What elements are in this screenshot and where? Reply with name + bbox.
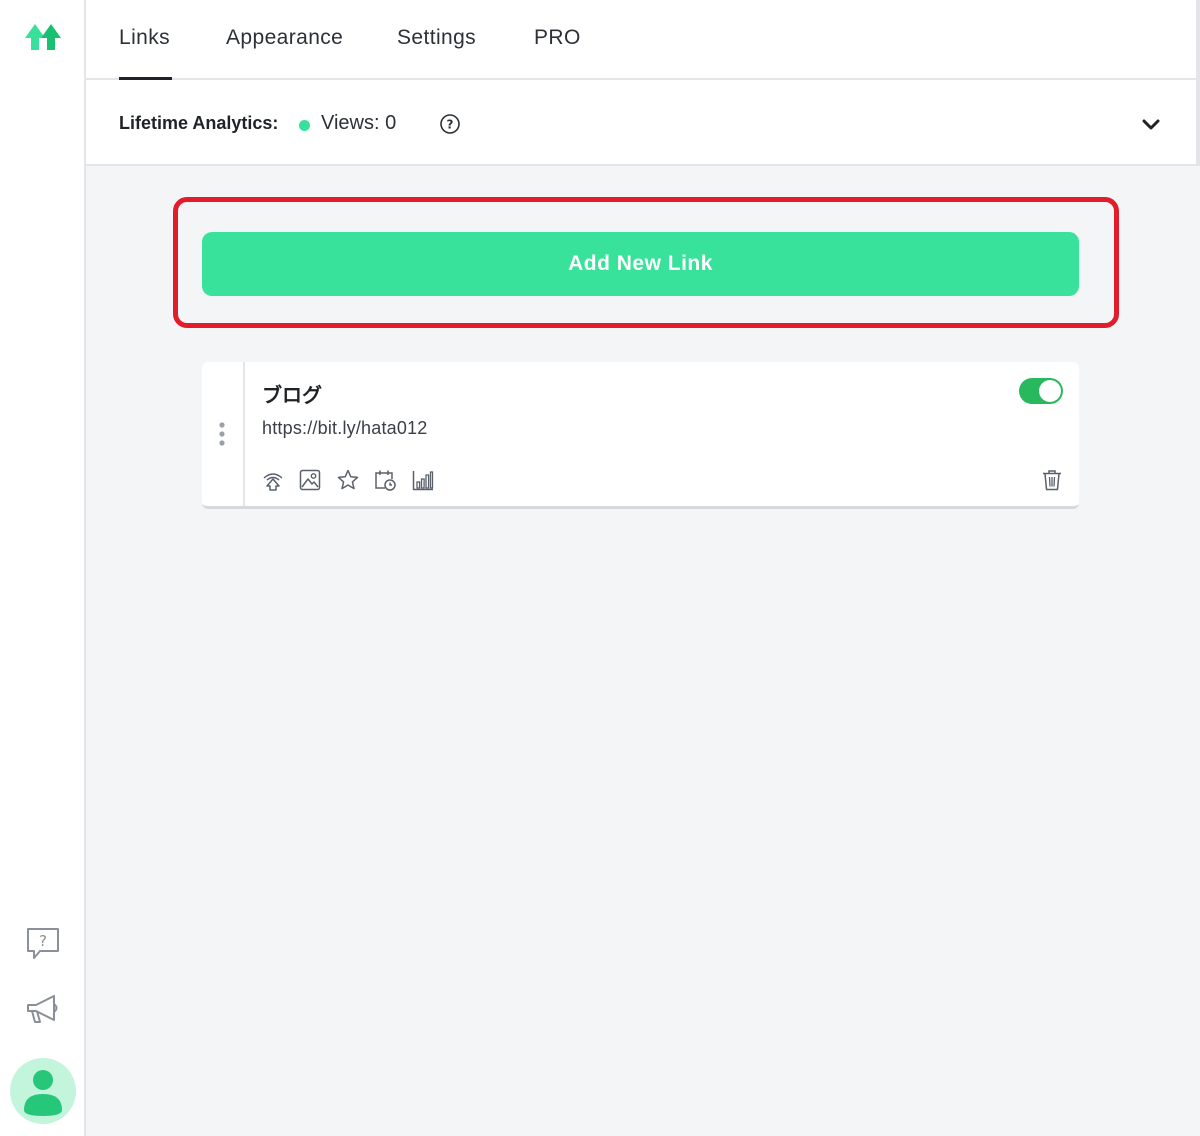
link-card: ブログ https://bit.ly/hata012 — [202, 362, 1079, 509]
analytics-chart-icon[interactable] — [411, 468, 435, 492]
tab-links[interactable]: Links — [119, 26, 170, 56]
add-new-link-button[interactable]: Add New Link — [202, 232, 1079, 296]
tab-settings[interactable]: Settings — [397, 26, 476, 56]
drag-dots-icon — [219, 422, 225, 446]
tab-appearance[interactable]: Appearance — [226, 26, 343, 56]
chevron-down-icon[interactable] — [1140, 113, 1162, 135]
svg-text:?: ? — [39, 932, 47, 950]
thumbnail-icon[interactable] — [298, 468, 322, 492]
analytics-label: Lifetime Analytics: — [119, 113, 279, 133]
schedule-icon[interactable] — [373, 468, 397, 492]
linktree-logo-icon[interactable] — [25, 22, 61, 54]
top-tab-bar: Links Appearance Settings PRO — [86, 0, 1196, 80]
question-circle-icon[interactable]: ? — [439, 113, 461, 135]
priority-star-icon[interactable] — [336, 468, 360, 492]
megaphone-icon[interactable] — [24, 990, 62, 1028]
user-avatar[interactable] — [10, 1058, 76, 1124]
sidebar: ? — [0, 0, 86, 1136]
links-editor: Add New Link ブログ https://bit.ly/hata012 — [86, 166, 1200, 1136]
link-title[interactable]: ブログ — [262, 379, 322, 408]
lifetime-analytics-bar[interactable]: Lifetime Analytics: Views: 0 ? — [86, 80, 1196, 166]
panel-divider — [1196, 0, 1200, 166]
toggle-knob — [1039, 380, 1061, 402]
trash-icon[interactable] — [1040, 468, 1064, 492]
svg-text:?: ? — [447, 118, 454, 132]
drag-handle[interactable] — [202, 362, 245, 506]
animation-icon[interactable] — [261, 468, 285, 492]
views-status-dot — [299, 120, 310, 131]
tab-pro[interactable]: PRO — [534, 26, 581, 56]
views-count: Views: 0 — [321, 112, 397, 134]
help-chat-icon[interactable]: ? — [24, 924, 62, 962]
user-avatar-icon — [24, 1070, 62, 1116]
link-url[interactable]: https://bit.ly/hata012 — [262, 418, 428, 439]
link-enabled-toggle[interactable] — [1019, 378, 1063, 404]
